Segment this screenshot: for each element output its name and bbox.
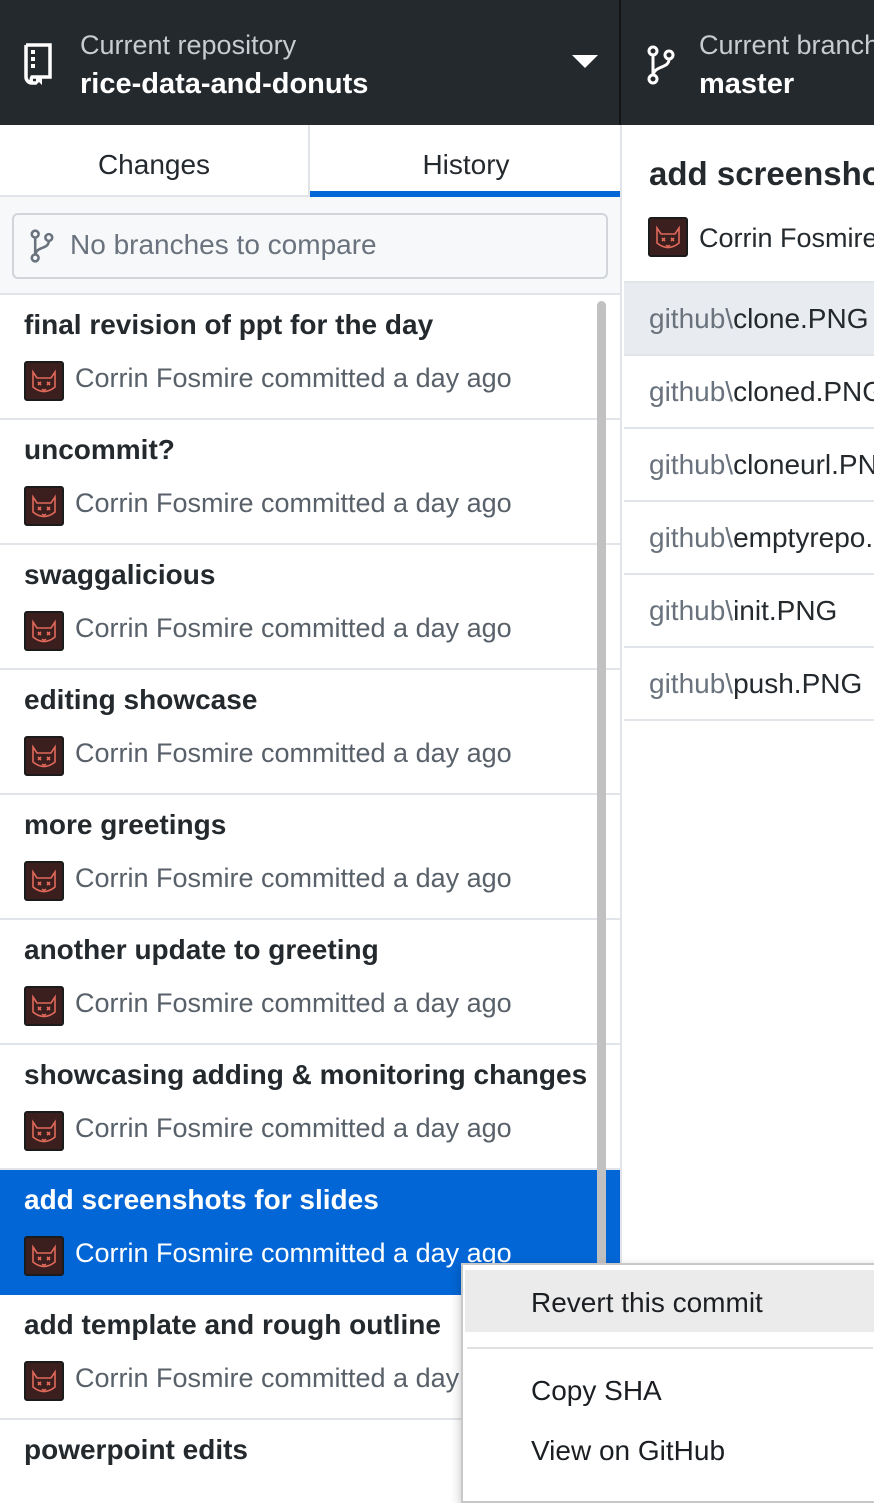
commit-meta: Corrin Fosmire committed a day ago	[75, 363, 512, 393]
file-path: github\clone.PNG	[649, 303, 868, 335]
commit-title: add template and rough outline	[24, 1309, 441, 1340]
file-name: cloned.PNG	[733, 376, 874, 407]
cat-avatar-icon	[24, 1236, 64, 1276]
file-path: github\emptyrepo.PNG	[649, 522, 874, 554]
cat-avatar-icon	[648, 217, 688, 257]
commit-title: showcasing adding & monitoring changes	[24, 1059, 588, 1090]
tab-history[interactable]: History	[310, 125, 620, 197]
commit-meta: Corrin Fosmire committed a day ago	[75, 613, 512, 643]
tab-changes[interactable]: Changes	[0, 125, 310, 197]
menu-item-view-on-github[interactable]: View on GitHub	[465, 1418, 874, 1480]
app-toolbar: Current repository rice-data-and-donuts …	[0, 0, 874, 125]
file-path: github\cloneurl.PNG	[649, 449, 874, 481]
changed-file-item[interactable]: github\emptyrepo.PNG	[624, 502, 874, 575]
git-branch-icon	[647, 45, 675, 85]
cat-avatar-icon	[24, 611, 64, 651]
file-name: cloneurl.PNG	[733, 449, 874, 480]
file-path: github\push.PNG	[649, 668, 862, 700]
commit-meta: Corrin Fosmire committed a day ago	[75, 988, 512, 1018]
cat-avatar-icon	[24, 736, 64, 776]
menu-item-label: Copy SHA	[531, 1375, 662, 1406]
cat-avatar-icon	[24, 1111, 64, 1151]
repository-label: Current repository	[80, 30, 297, 60]
file-name: emptyrepo.PNG	[733, 522, 874, 553]
commit-meta: Corrin Fosmire committed a day ago	[75, 1363, 512, 1393]
commit-context-menu: Revert this commit Copy SHA View on GitH…	[461, 1263, 874, 1503]
commit-list-scrollbar[interactable]	[597, 301, 606, 1321]
file-name: clone.PNG	[733, 303, 869, 334]
file-name: init.PNG	[733, 595, 838, 626]
commit-list-item[interactable]: showcasing adding & monitoring changes C…	[0, 1045, 620, 1170]
file-dir: github\	[649, 522, 734, 553]
cat-avatar-icon	[24, 486, 64, 526]
changed-file-item[interactable]: github\push.PNG	[624, 648, 874, 721]
file-dir: github\	[649, 449, 734, 480]
commit-meta: Corrin Fosmire committed a day ago	[75, 488, 512, 518]
compare-branch-input[interactable]: No branches to compare	[12, 213, 608, 279]
commit-meta: Corrin Fosmire committed a day ago	[75, 1238, 512, 1268]
file-path: github\cloned.PNG	[649, 376, 874, 408]
cat-avatar-icon	[24, 861, 64, 901]
commit-title: final revision of ppt for the day	[24, 309, 434, 340]
cat-avatar-icon	[24, 361, 64, 401]
changed-file-item[interactable]: github\cloneurl.PNG	[624, 429, 874, 502]
commit-title: add screenshots for slides	[24, 1184, 379, 1215]
sidebar-tabs: Changes History	[0, 125, 620, 197]
commit-title: another update to greeting	[24, 934, 379, 965]
current-repository-button[interactable]: Current repository rice-data-and-donuts	[0, 0, 621, 125]
file-path: github\init.PNG	[649, 595, 837, 627]
menu-item-label: Revert this commit	[531, 1287, 763, 1318]
caret-down-icon	[572, 55, 598, 68]
commit-meta: Corrin Fosmire committed a day ago	[75, 1113, 512, 1143]
file-name: push.PNG	[733, 668, 863, 699]
menu-item-copy-sha[interactable]: Copy SHA	[465, 1358, 874, 1420]
commit-list-item[interactable]: another update to greeting Corrin Fosmir…	[0, 920, 620, 1045]
commit-list-item[interactable]: uncommit? Corrin Fosmire committed a day…	[0, 420, 620, 545]
file-dir: github\	[649, 668, 734, 699]
changed-file-item[interactable]: github\clone.PNG	[624, 283, 874, 356]
file-dir: github\	[649, 595, 734, 626]
compare-placeholder: No branches to compare	[70, 229, 377, 260]
menu-item-revert-commit[interactable]: Revert this commit	[465, 1270, 874, 1332]
commit-meta: Corrin Fosmire committed a day ago	[75, 738, 512, 768]
file-dir: github\	[649, 303, 734, 334]
repository-name: rice-data-and-donuts	[80, 68, 369, 100]
menu-item-label: View on GitHub	[531, 1435, 726, 1466]
commit-title: more greetings	[24, 809, 227, 840]
file-dir: github\	[649, 376, 734, 407]
cat-avatar-icon	[24, 1361, 64, 1401]
branch-label: Current branch	[699, 30, 874, 60]
commit-title: editing showcase	[24, 684, 258, 715]
current-branch-button[interactable]: Current branch master	[623, 0, 874, 125]
commit-summary: add screenshots for slides Corrin Fosmir…	[624, 125, 874, 283]
menu-separator	[467, 1347, 873, 1349]
commit-title: powerpoint edits	[24, 1434, 248, 1465]
commit-title: swaggalicious	[24, 559, 216, 590]
git-branch-icon	[30, 229, 54, 263]
branch-name: master	[699, 68, 795, 100]
commit-list-item[interactable]: final revision of ppt for the day Corrin…	[0, 295, 620, 420]
compare-branch-area: No branches to compare	[0, 197, 620, 295]
changed-file-item[interactable]: github\init.PNG	[624, 575, 874, 648]
commit-meta: Corrin Fosmire committed a day ago	[75, 863, 512, 893]
commit-detail-title: add screenshots for slides	[649, 155, 874, 192]
repo-book-icon	[24, 43, 52, 85]
cat-avatar-icon	[24, 986, 64, 1026]
commit-list-item[interactable]: editing showcase Corrin Fosmire committe…	[0, 670, 620, 795]
changed-file-item[interactable]: github\cloned.PNG	[624, 356, 874, 429]
commit-list-item[interactable]: more greetings Corrin Fosmire committed …	[0, 795, 620, 920]
commit-list-item[interactable]: swaggalicious Corrin Fosmire committed a…	[0, 545, 620, 670]
commit-title: uncommit?	[24, 434, 175, 465]
commit-detail-author: Corrin Fosmire	[699, 223, 874, 253]
